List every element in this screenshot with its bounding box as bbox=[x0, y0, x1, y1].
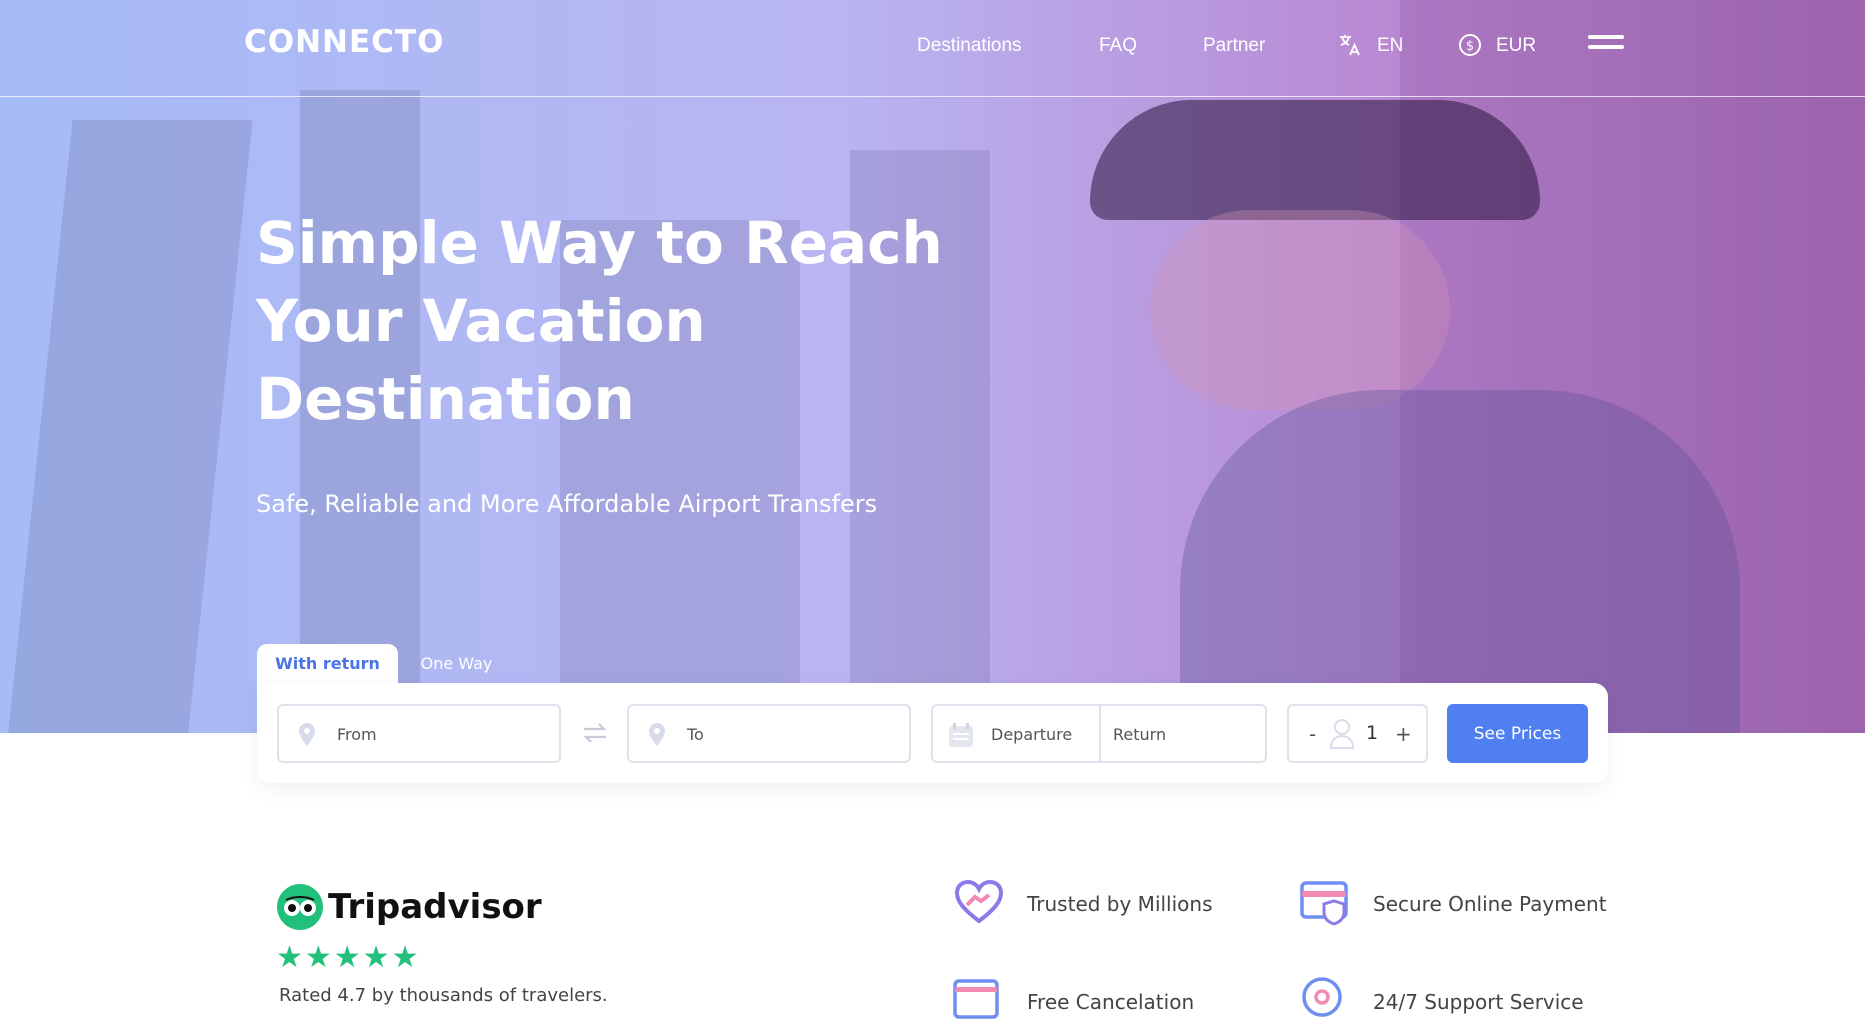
nav-faq[interactable]: FAQ bbox=[1099, 35, 1137, 57]
hamburger-menu-icon[interactable] bbox=[1588, 35, 1624, 55]
location-pin-icon bbox=[649, 723, 665, 746]
to-field[interactable]: To bbox=[627, 704, 911, 763]
hero-subtitle: Safe, Reliable and More Affordable Airpo… bbox=[256, 490, 878, 518]
to-placeholder: To bbox=[687, 725, 704, 744]
tripadvisor-wordmark: Tripadvisor bbox=[328, 887, 542, 927]
owl-icon bbox=[277, 884, 323, 930]
feature-free-cancelation: Free Cancelation bbox=[1027, 990, 1195, 1014]
person-icon bbox=[1329, 719, 1355, 749]
from-field[interactable]: From bbox=[277, 704, 561, 763]
currency-selector[interactable]: EUR bbox=[1496, 35, 1536, 57]
translate-icon[interactable] bbox=[1338, 33, 1362, 57]
see-prices-button[interactable]: See Prices bbox=[1447, 704, 1588, 763]
hero-section: CONNECTO Destinations FAQ Partner EN $ E… bbox=[0, 0, 1865, 733]
feature-secure-payment: Secure Online Payment bbox=[1373, 892, 1607, 916]
secure-card-icon bbox=[1300, 881, 1348, 926]
calendar-cancel-icon bbox=[953, 979, 999, 1019]
brand-logo[interactable]: CONNECTO bbox=[244, 24, 444, 60]
passenger-decrement[interactable]: - bbox=[1309, 722, 1316, 746]
support-icon bbox=[1302, 977, 1342, 1017]
tab-with-return[interactable]: With return bbox=[257, 644, 398, 684]
nav-partner[interactable]: Partner bbox=[1203, 35, 1265, 57]
date-field[interactable]: Departure Return bbox=[931, 704, 1267, 763]
currency-icon[interactable]: $ bbox=[1458, 33, 1482, 57]
departure-placeholder[interactable]: Departure bbox=[991, 725, 1072, 744]
rating-text: Rated 4.7 by thousands of travelers. bbox=[279, 985, 608, 1006]
svg-text:$: $ bbox=[1466, 39, 1474, 54]
feature-support: 24/7 Support Service bbox=[1373, 990, 1584, 1014]
swap-icon[interactable] bbox=[582, 722, 608, 744]
return-placeholder[interactable]: Return bbox=[1113, 725, 1166, 744]
tripadvisor-logo[interactable]: Tripadvisor bbox=[277, 884, 542, 930]
hero-title: Simple Way to Reach Your Vacation Destin… bbox=[256, 209, 943, 433]
heart-hands-icon bbox=[954, 879, 1004, 924]
top-navbar: CONNECTO Destinations FAQ Partner EN $ E… bbox=[0, 0, 1865, 97]
rating-stars: ★★★★★ bbox=[276, 940, 421, 975]
calendar-icon bbox=[949, 723, 973, 747]
tab-one-way[interactable]: One Way bbox=[405, 644, 508, 684]
feature-trusted: Trusted by Millions bbox=[1027, 892, 1213, 916]
passenger-increment[interactable]: + bbox=[1395, 722, 1412, 746]
from-placeholder: From bbox=[337, 725, 377, 744]
date-divider bbox=[1099, 706, 1101, 761]
language-selector[interactable]: EN bbox=[1377, 35, 1403, 57]
nav-destinations[interactable]: Destinations bbox=[917, 35, 1022, 57]
passenger-stepper: - 1 + bbox=[1287, 704, 1428, 763]
passenger-count: 1 bbox=[1366, 722, 1379, 744]
location-pin-icon bbox=[299, 723, 315, 746]
